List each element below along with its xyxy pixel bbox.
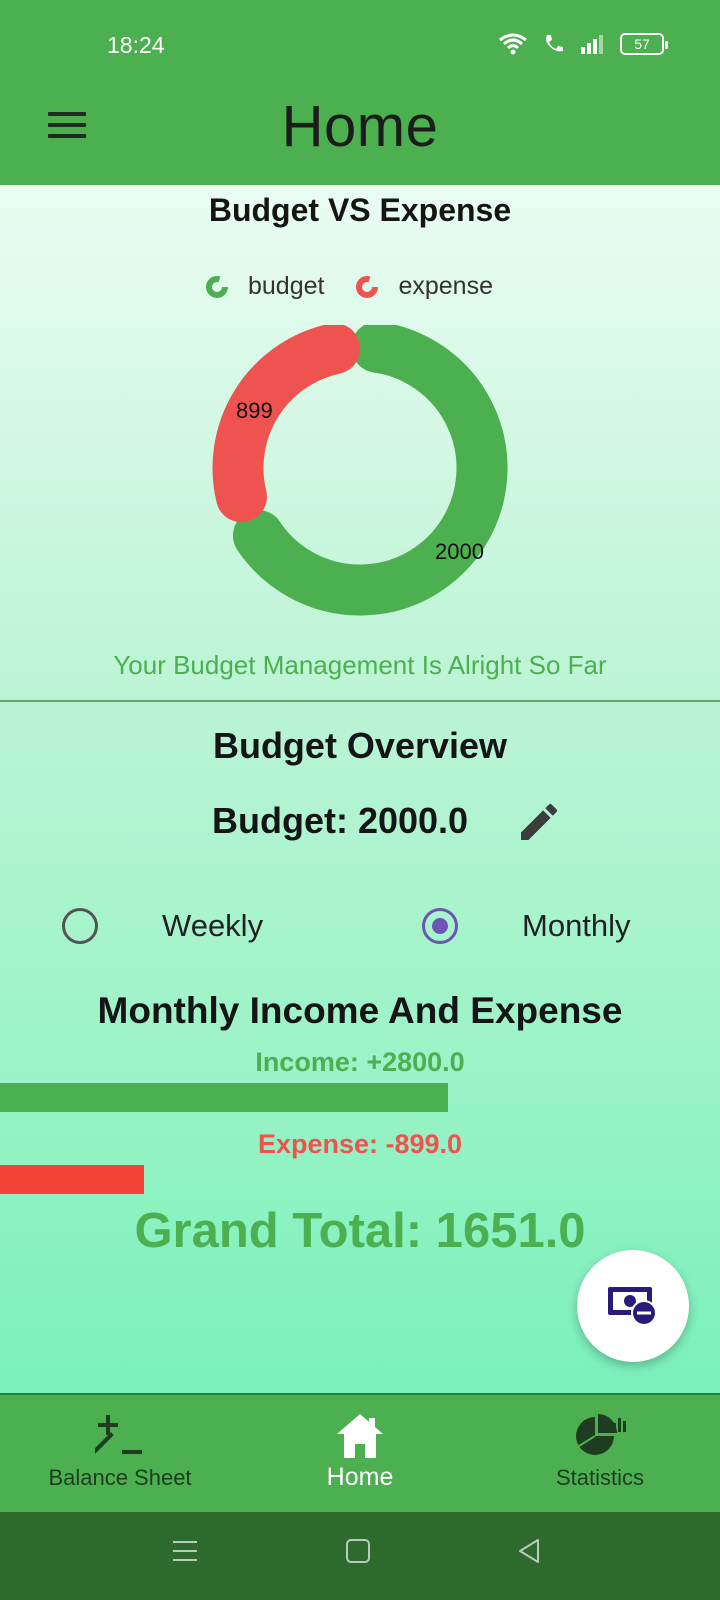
home-icon xyxy=(337,1414,383,1458)
home-square-icon[interactable] xyxy=(345,1536,371,1566)
legend-item-expense: expense xyxy=(354,272,493,301)
legend-label: budget xyxy=(248,272,325,300)
wifi-icon xyxy=(499,33,527,55)
budget-value-label: 2000 xyxy=(435,539,484,564)
budget-status-message: Your Budget Management Is Alright So Far xyxy=(113,650,607,680)
expense-text: Expense: -899.0 xyxy=(257,1129,463,1159)
monthly-radio[interactable] xyxy=(422,908,458,944)
call-icon xyxy=(546,35,563,52)
plus-minus-icon xyxy=(95,1415,142,1458)
signal-icon xyxy=(581,35,603,54)
expense-bar xyxy=(0,1165,144,1194)
budget-amount: Budget: 2000.0 xyxy=(212,800,469,841)
legend-label: expense xyxy=(398,272,493,300)
income-text: Income: +2800.0 xyxy=(255,1047,465,1077)
weekly-radio[interactable] xyxy=(62,908,98,944)
money-off-icon xyxy=(608,1287,657,1326)
legend-item-budget: budget xyxy=(204,272,324,301)
nav-balance-sheet[interactable]: Balance Sheet xyxy=(0,1395,240,1512)
budget-overview-title: Budget Overview xyxy=(212,725,508,766)
status-icons: 57 xyxy=(498,30,668,58)
add-expense-fab[interactable] xyxy=(577,1250,689,1362)
donut-small-icon xyxy=(206,275,228,298)
monthly-label[interactable]: Monthly xyxy=(522,908,631,944)
app-bar: 18:24 57 Home xyxy=(0,0,720,185)
back-icon[interactable] xyxy=(516,1536,542,1566)
income-bar xyxy=(0,1083,448,1112)
weekly-label[interactable]: Weekly xyxy=(162,908,263,944)
donut-chart xyxy=(212,325,508,616)
status-time: 18:24 xyxy=(107,32,165,58)
edit-pencil-icon[interactable] xyxy=(515,798,563,846)
page-title: Home xyxy=(281,94,439,159)
donut-small-icon xyxy=(356,275,379,298)
income-expense-title: Monthly Income And Expense xyxy=(97,990,623,1031)
recents-menu-icon[interactable] xyxy=(172,1536,198,1566)
bottom-navigation: Balance Sheet Home Statistics xyxy=(0,1393,720,1512)
chart-legend: budget expense xyxy=(204,272,523,301)
grand-total: Grand Total: 1651.0 xyxy=(134,1204,586,1258)
nav-label: Statistics xyxy=(555,1465,645,1490)
nav-home[interactable]: Home xyxy=(240,1395,480,1512)
battery-icon: 57 xyxy=(620,33,668,55)
expense-value-label: 899 xyxy=(236,398,273,423)
divider xyxy=(0,700,720,702)
nav-label: Balance Sheet xyxy=(48,1465,192,1490)
system-navigation-bar xyxy=(0,1512,720,1600)
pie-chart-icon xyxy=(576,1414,626,1455)
nav-statistics[interactable]: Statistics xyxy=(480,1395,720,1512)
nav-label: Home xyxy=(326,1463,394,1491)
chart-title: Budget VS Expense xyxy=(208,192,512,228)
